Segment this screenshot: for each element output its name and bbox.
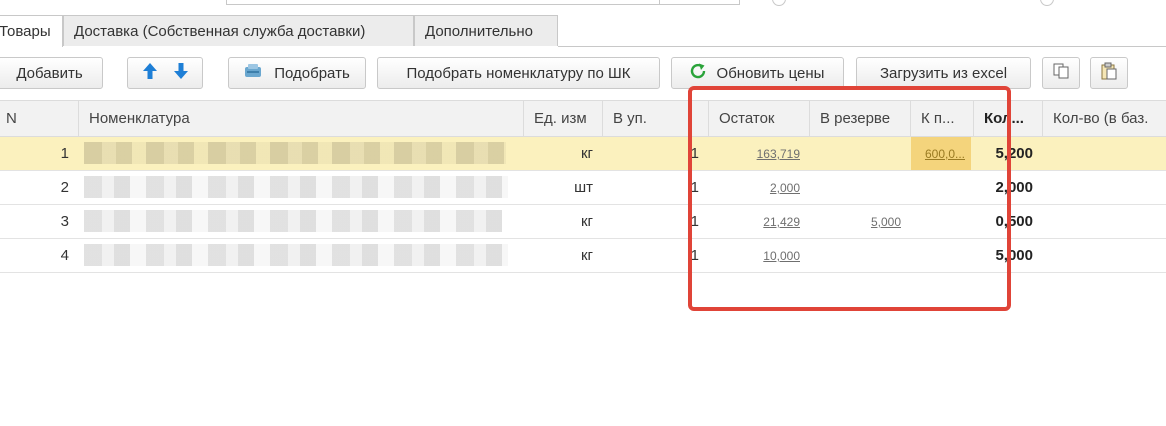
load-excel-label: Загрузить из excel: [879, 64, 1008, 82]
tab-bar: Товары Доставка (Собственная служба дост…: [0, 15, 1166, 47]
move-buttons-group: [127, 57, 203, 89]
pick-icon: [242, 62, 264, 84]
pick-by-barcode-button[interactable]: Подобрать номенклатуру по ШК: [377, 57, 660, 89]
tabs-divider: [558, 46, 1166, 47]
arrow-up-icon[interactable]: [141, 62, 159, 84]
row-number: 4: [60, 247, 69, 264]
refresh-prices-label: Обновить цены: [716, 64, 825, 82]
paste-button[interactable]: [1090, 57, 1128, 89]
copy-icon: [1052, 62, 1070, 84]
pick-by-barcode-label: Подобрать номенклатуру по ШК: [406, 64, 631, 82]
refresh-prices-button[interactable]: Обновить цены: [671, 57, 844, 89]
pick-button[interactable]: Подобрать: [228, 57, 366, 89]
load-excel-button[interactable]: Загрузить из excel: [856, 57, 1031, 89]
col-qty-base[interactable]: Кол-во (в баз.: [1043, 101, 1166, 137]
col-nomenclature[interactable]: Номенклатура: [79, 101, 524, 137]
refresh-icon: [689, 62, 707, 84]
row-number: 2: [60, 179, 69, 196]
row-number: 3: [60, 213, 69, 230]
tab-goods[interactable]: Товары: [0, 15, 63, 47]
add-button-label: Добавить: [16, 64, 83, 82]
top-field-separator: [659, 0, 660, 4]
pick-button-label: Подобрать: [274, 64, 350, 82]
row-unit: кг: [580, 145, 593, 162]
copy-button[interactable]: [1042, 57, 1080, 89]
add-button[interactable]: Добавить: [0, 57, 103, 89]
top-search-field[interactable]: [226, 0, 740, 5]
paste-icon: [1100, 62, 1118, 84]
nomenclature-redacted: [84, 210, 502, 232]
row-unit: кг: [580, 247, 593, 264]
tab-delivery[interactable]: Доставка (Собственная служба доставки): [63, 15, 414, 46]
nomenclature-redacted: [84, 142, 506, 164]
col-unit[interactable]: Ед. изм: [524, 101, 603, 137]
row-unit: кг: [580, 213, 593, 230]
arrow-down-icon[interactable]: [172, 62, 190, 84]
nomenclature-redacted: [84, 244, 508, 266]
col-n[interactable]: N: [0, 101, 79, 137]
row-unit: шт: [574, 179, 593, 196]
top-radio-2[interactable]: [1040, 0, 1054, 6]
highlight-annotation-box: [688, 86, 1011, 311]
nomenclature-redacted: [84, 176, 508, 198]
row-number: 1: [60, 145, 69, 162]
top-radio-1[interactable]: [772, 0, 786, 6]
tab-additional[interactable]: Дополнительно: [414, 15, 558, 46]
